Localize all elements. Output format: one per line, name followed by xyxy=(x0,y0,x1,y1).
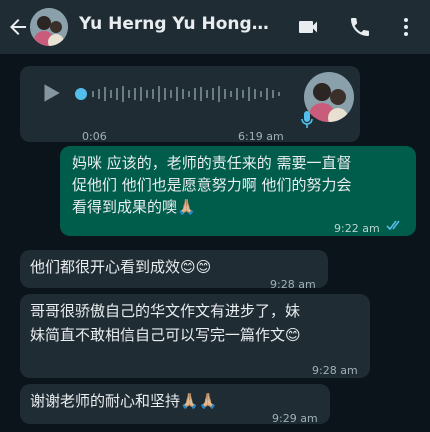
read-receipt-icon xyxy=(386,220,400,231)
voice-duration: 0:06 xyxy=(82,130,107,143)
incoming-message-bubble: 他们都很开心看到成效😊😊 9:28 am xyxy=(20,250,328,291)
audio-waveform[interactable] xyxy=(74,79,296,109)
play-icon[interactable] xyxy=(38,80,64,106)
outgoing-message-bubble: 妈咪 应该的，老师的责任来的 需要一直督 促他们 他们也是愿意努力啊 他们的努力… xyxy=(60,146,416,236)
message-time: 9:22 am xyxy=(334,222,380,235)
message-text-line: 妹简直不敢相信自己可以写完一篇作文😊 xyxy=(30,326,301,344)
contact-avatar[interactable] xyxy=(30,8,68,46)
message-text-line: 哥哥很骄傲自己的华文作文有进步了，妹 xyxy=(30,302,301,320)
message-text: 谢谢老师的耐心和坚持🙏🏼🙏🏼 xyxy=(30,392,218,410)
microphone-icon xyxy=(301,111,313,128)
incoming-message-bubble: 谢谢老师的耐心和坚持🙏🏼🙏🏼 9:29 am xyxy=(20,384,330,425)
chat-area[interactable]: 0:06 6:19 am 妈咪 应该的，老师的责任来的 需要一直督 促他们 他们… xyxy=(0,54,430,432)
message-text: 他们都很开心看到成效😊😊 xyxy=(30,258,212,276)
message-time: 9:28 am xyxy=(312,364,358,377)
voice-message-bubble: 0:06 6:19 am xyxy=(20,66,360,143)
phone-icon[interactable] xyxy=(348,15,372,39)
video-call-icon[interactable] xyxy=(296,15,320,39)
message-text-line: 妈咪 应该的，老师的责任来的 需要一直督 xyxy=(72,154,352,172)
back-arrow-icon[interactable] xyxy=(6,15,30,39)
message-text-line: 促他们 他们也是愿意努力啊 他们的努力会 xyxy=(72,176,352,194)
message-time: 9:29 am xyxy=(272,412,318,425)
message-text-line: 看得到成果的噢🙏🏼 xyxy=(72,198,196,216)
incoming-message-bubble: 哥哥很骄傲自己的华文作文有进步了，妹 妹简直不敢相信自己可以写完一篇作文😊 9:… xyxy=(20,294,370,378)
message-time: 6:19 am xyxy=(238,130,284,143)
contact-name[interactable]: Yu Herng Yu Hong P... xyxy=(79,14,274,34)
message-time: 9:28 am xyxy=(270,278,316,291)
more-vert-icon[interactable] xyxy=(394,15,418,39)
chat-header: Yu Herng Yu Hong P... xyxy=(0,0,430,54)
